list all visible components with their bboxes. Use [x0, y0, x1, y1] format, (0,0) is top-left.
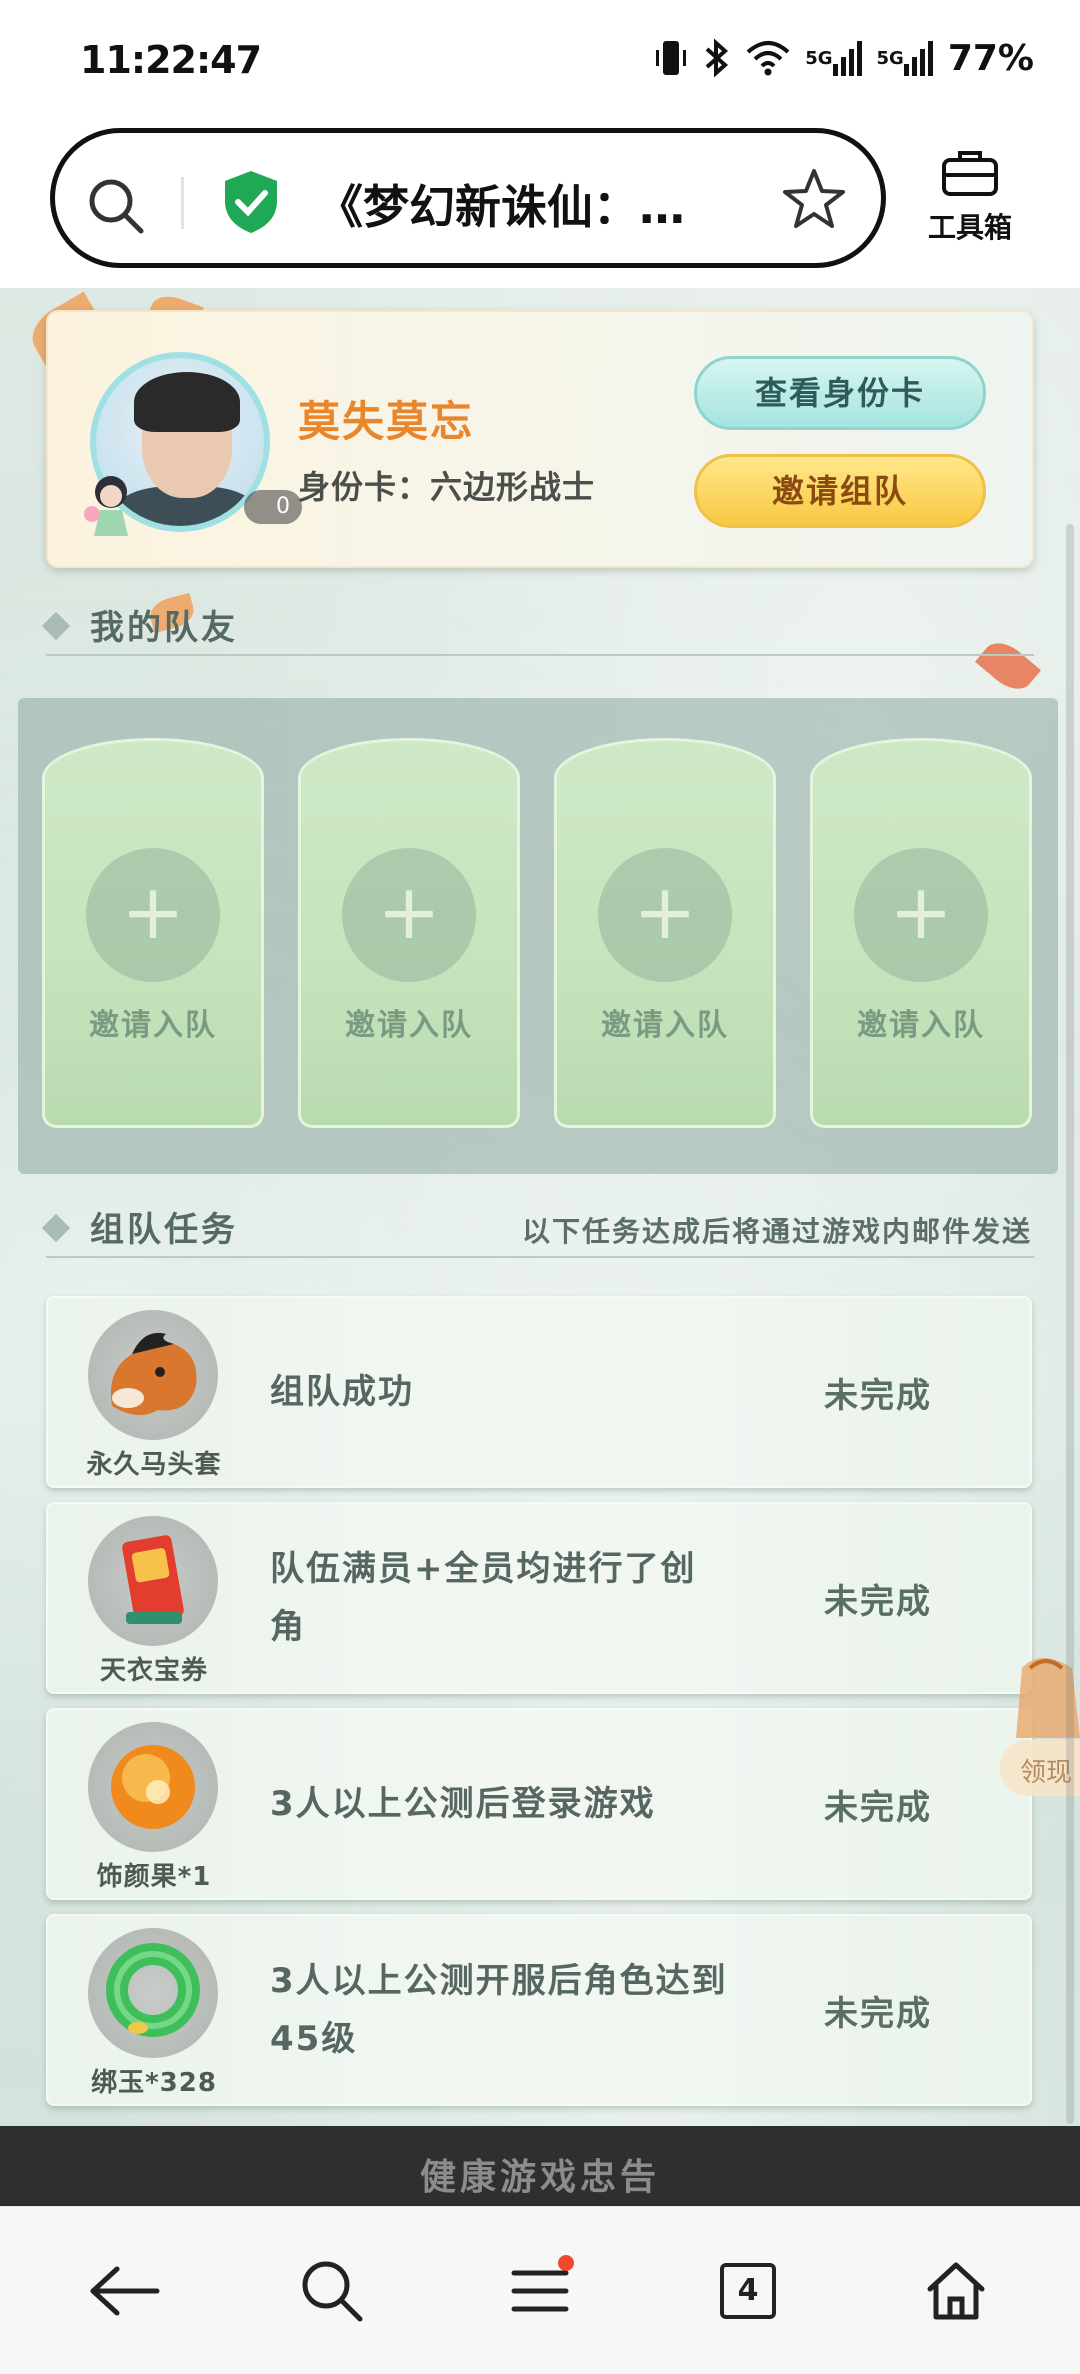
- reward-name: 天衣宝券: [99, 1656, 208, 1686]
- jade-ring-icon: [88, 1928, 218, 2058]
- signal-icon: 5G: [877, 38, 934, 78]
- task-status: 未完成: [824, 1581, 932, 1622]
- invite-join-label: 邀请入队: [345, 1008, 473, 1043]
- search-icon: [302, 2261, 363, 2322]
- toolbox-label: 工具箱: [927, 211, 1012, 244]
- health-notice-text: 健康游戏忠告: [419, 2157, 660, 2198]
- add-icon: +: [854, 848, 988, 982]
- teammates-header: 我的队友: [41, 596, 1034, 656]
- profile-card: 0 莫失莫忘 身份卡：六边形战士 查看身份卡 邀请组队: [46, 310, 1034, 568]
- home-button[interactable]: [916, 2251, 996, 2331]
- add-icon: +: [342, 848, 476, 982]
- status-icons: 5G 5G 77%: [653, 36, 1034, 80]
- vibrate-icon: [653, 38, 689, 78]
- team-tasks-header: 组队任务 以下任务达成后将通过游戏内邮件发送: [41, 1198, 1034, 1258]
- invite-join-label: 邀请入队: [857, 1008, 985, 1043]
- section-note: 以下任务达成后将通过游戏内邮件发送: [521, 1215, 1032, 1248]
- pet-avatar-icon: [84, 476, 128, 536]
- diamond-icon: [41, 611, 71, 641]
- home-icon: [927, 2262, 985, 2320]
- invite-join-label: 邀请入队: [601, 1008, 729, 1043]
- reward-name: 永久马头套: [86, 1450, 222, 1480]
- add-icon: +: [598, 848, 732, 982]
- toolbox-icon: [942, 151, 998, 196]
- identity-card-label: 身份卡：六边形战士: [298, 468, 596, 506]
- task-row: 永久马头套 组队成功 未完成: [46, 1296, 1032, 1488]
- teammate-slot[interactable]: + 邀请入队: [298, 738, 520, 1128]
- back-button[interactable]: [84, 2251, 164, 2331]
- fruit-orb-icon: [88, 1722, 218, 1852]
- bluetooth-icon: [703, 38, 731, 78]
- avatar-badge: 0: [244, 490, 302, 524]
- back-arrow-icon: [90, 2266, 160, 2316]
- task-description: 3人以上公测后登录游戏: [270, 1784, 656, 1824]
- status-time: 11:22:47: [80, 38, 262, 82]
- task-status: 未完成: [824, 1787, 932, 1828]
- url-bar[interactable]: 《梦幻新诛仙：…: [50, 128, 886, 268]
- task-status: 未完成: [824, 1375, 932, 1416]
- browser-address-row: 《梦幻新诛仙：… 工具箱: [0, 120, 1080, 288]
- invite-join-label: 邀请入队: [89, 1008, 217, 1043]
- section-title: 我的队友: [90, 608, 238, 648]
- bookmark-star-icon[interactable]: [781, 167, 847, 237]
- signal-icon: 5G: [805, 38, 862, 78]
- player-name: 莫失莫忘: [298, 397, 475, 446]
- teammate-slot[interactable]: + 邀请入队: [810, 738, 1032, 1128]
- coupon-icon: [88, 1516, 218, 1646]
- battery-level: 77%: [947, 37, 1034, 79]
- status-bar: 11:22:47 5G 5G 77%: [0, 0, 1080, 120]
- invite-team-button[interactable]: 邀请组队: [694, 454, 986, 528]
- teammate-slot[interactable]: + 邀请入队: [554, 738, 776, 1128]
- tabs-button[interactable]: 4: [708, 2251, 788, 2331]
- add-icon: +: [86, 848, 220, 982]
- horse-head-icon: [88, 1310, 218, 1440]
- task-row: 绑玉*328 3人以上公测开服后角色达到45级 未完成: [46, 1914, 1032, 2106]
- teammates-panel: + 邀请入队 + 邀请入队 + 邀请入队 + 邀请入队: [18, 698, 1058, 1174]
- event-page: 0 莫失莫忘 身份卡：六边形战士 查看身份卡 邀请组队 我的队友 + 邀请入队 …: [0, 288, 1080, 2126]
- menu-button[interactable]: [500, 2251, 580, 2331]
- wifi-icon: [745, 38, 791, 78]
- notification-dot: [558, 2255, 574, 2271]
- security-shield-icon[interactable]: [221, 169, 281, 239]
- task-description: 队伍满员+全员均进行了创角: [270, 1549, 697, 1647]
- browser-bottom-nav: 4: [0, 2206, 1080, 2374]
- tab-count: 4: [720, 2263, 776, 2319]
- page-title[interactable]: 《梦幻新诛仙：…: [317, 171, 717, 237]
- section-title: 组队任务: [90, 1210, 238, 1250]
- search-icon[interactable]: [85, 175, 147, 241]
- task-row: 天衣宝券 队伍满员+全员均进行了创角 未完成: [46, 1502, 1032, 1694]
- scrollbar[interactable]: [1066, 524, 1074, 2124]
- diamond-icon: [41, 1213, 71, 1243]
- view-id-card-button[interactable]: 查看身份卡: [694, 356, 986, 430]
- toolbox-button[interactable]: 工具箱: [920, 148, 1020, 246]
- menu-icon: [511, 2270, 569, 2312]
- task-status: 未完成: [824, 1993, 932, 2034]
- health-notice-bar: 健康游戏忠告: [0, 2126, 1080, 2216]
- reward-name: 饰颜果*1: [96, 1862, 212, 1892]
- teammate-slot[interactable]: + 邀请入队: [42, 738, 264, 1128]
- url-divider: [181, 177, 184, 229]
- reward-name: 绑玉*328: [91, 2068, 217, 2098]
- task-description: 组队成功: [270, 1372, 414, 1412]
- task-description: 3人以上公测开服后角色达到45级: [270, 1961, 728, 2059]
- search-button[interactable]: [292, 2251, 372, 2331]
- task-row: 饰颜果*1 3人以上公测后登录游戏 未完成: [46, 1708, 1032, 1900]
